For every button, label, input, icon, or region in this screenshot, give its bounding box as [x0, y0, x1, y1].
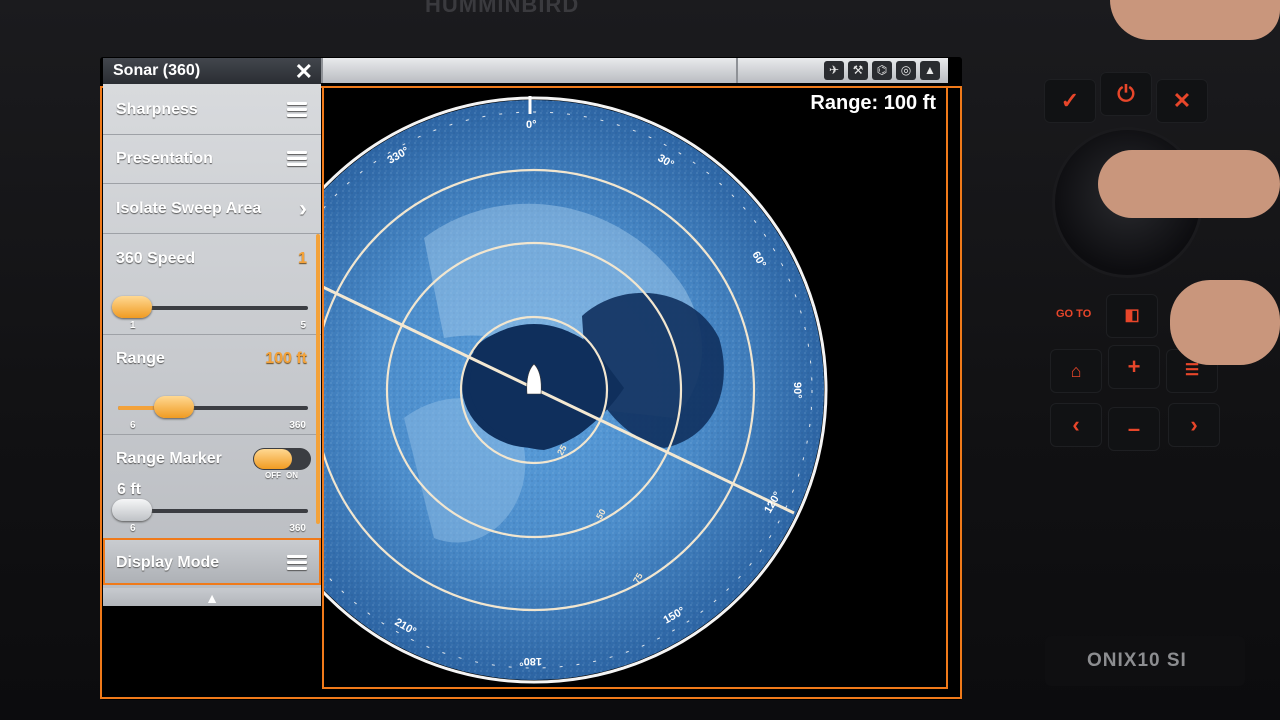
toggle-on-label: ON	[286, 471, 298, 480]
menu-title: Sonar (360)	[113, 62, 201, 79]
goto-button[interactable]: GO TO	[1056, 308, 1091, 320]
scroll-up-button[interactable]: ▲	[103, 588, 321, 606]
menu-icon	[287, 555, 307, 571]
slider-thumb[interactable]	[112, 499, 152, 521]
menu-item-label: Range Marker	[116, 450, 222, 467]
home-button[interactable]: ⌂	[1050, 349, 1102, 393]
status-divider	[736, 58, 738, 83]
menu-item-presentation[interactable]: Presentation	[103, 135, 321, 184]
check-button[interactable]: ✓	[1044, 79, 1096, 123]
brand-logo: HUMMINBIRD	[425, 0, 580, 17]
model-plate: ONIX10 SI	[1045, 636, 1245, 686]
bearing-label: 180°	[519, 655, 542, 667]
status-divider	[321, 58, 323, 83]
sonar-360-view[interactable]: 0° 30° 60° 90° 120° 150° 180° 210° 330° …	[322, 86, 948, 689]
power-button[interactable]: ⏻	[1100, 72, 1152, 116]
speed-slider[interactable]: 1 5	[112, 293, 308, 331]
slider-max: 360	[289, 420, 306, 431]
slider-max: 360	[289, 523, 306, 534]
sonar-display: 0° 30° 60° 90° 120° 150° 180° 210° 330° …	[324, 96, 828, 684]
satellite-icon[interactable]: ✈	[824, 61, 844, 80]
cancel-button[interactable]: ✕	[1156, 79, 1208, 123]
toggle-knob	[254, 449, 292, 469]
wrench-icon[interactable]: ⚒	[848, 61, 868, 80]
menu-item-label: Presentation	[116, 150, 213, 167]
range-readout: Range: 100 ft	[810, 92, 936, 114]
menu-scrollbar[interactable]	[316, 234, 320, 524]
range-marker-value: 6 ft	[117, 481, 141, 498]
finger	[1098, 150, 1280, 218]
menu-icon	[287, 102, 307, 118]
menu-item-360-speed[interactable]: 360 Speed 1 1 5	[103, 235, 321, 335]
sonar-menu: Sharpness Presentation Isolate Sweep Are…	[103, 84, 321, 600]
range-slider[interactable]: 6 360	[118, 393, 308, 431]
status-icons: ✈ ⚒ ⌬ ◎ ▲	[824, 61, 940, 80]
menu-item-label: Display Mode	[116, 554, 220, 571]
slider-min: 6	[130, 420, 136, 431]
split-view-icon[interactable]: ◧	[1106, 294, 1158, 338]
menu-item-label: 360 Speed	[116, 250, 196, 267]
menu-item-sharpness[interactable]: Sharpness	[103, 86, 321, 135]
model-name: ONIX10 SI	[1087, 650, 1187, 671]
menu-item-label: Isolate Sweep Area	[116, 200, 262, 217]
zoom-in-button[interactable]: +	[1108, 345, 1160, 389]
slider-thumb[interactable]	[154, 396, 194, 418]
slider-min: 6	[130, 523, 136, 534]
right-arrow-button[interactable]: ›	[1168, 403, 1220, 447]
bearing-label: 0°	[526, 119, 537, 131]
range-marker-slider[interactable]: 6 360	[112, 496, 308, 534]
chevron-right-icon: ›	[299, 195, 307, 222]
finger	[1170, 280, 1280, 365]
compass-icon[interactable]: ◎	[896, 61, 916, 80]
speed-value: 1	[298, 250, 307, 267]
menu-title-bar: Sonar (360) ✕	[103, 58, 321, 84]
bearing-label: 90°	[791, 382, 803, 399]
menu-item-label: Sharpness	[116, 101, 198, 118]
close-icon[interactable]: ✕	[295, 59, 313, 85]
slider-max: 5	[300, 320, 306, 331]
range-value: 100 ft	[265, 350, 307, 367]
zoom-out-button[interactable]: –	[1108, 407, 1160, 451]
slider-min: 1	[130, 320, 136, 331]
toggle-off-label: OFF	[265, 471, 281, 480]
left-arrow-button[interactable]: ‹	[1050, 403, 1102, 447]
navigation-icon[interactable]: ▲	[920, 61, 940, 80]
sonar-icon[interactable]: ⌬	[872, 61, 892, 80]
finger	[1110, 0, 1280, 40]
menu-item-range[interactable]: Range 100 ft 6 360	[103, 335, 321, 435]
menu-item-label: Range	[116, 350, 165, 367]
menu-item-display-mode[interactable]: Display Mode	[103, 538, 321, 585]
slider-thumb[interactable]	[112, 296, 152, 318]
range-marker-toggle[interactable]: OFF ON	[253, 448, 311, 480]
menu-icon	[287, 151, 307, 167]
menu-item-isolate-sweep-area[interactable]: Isolate Sweep Area ›	[103, 185, 321, 234]
